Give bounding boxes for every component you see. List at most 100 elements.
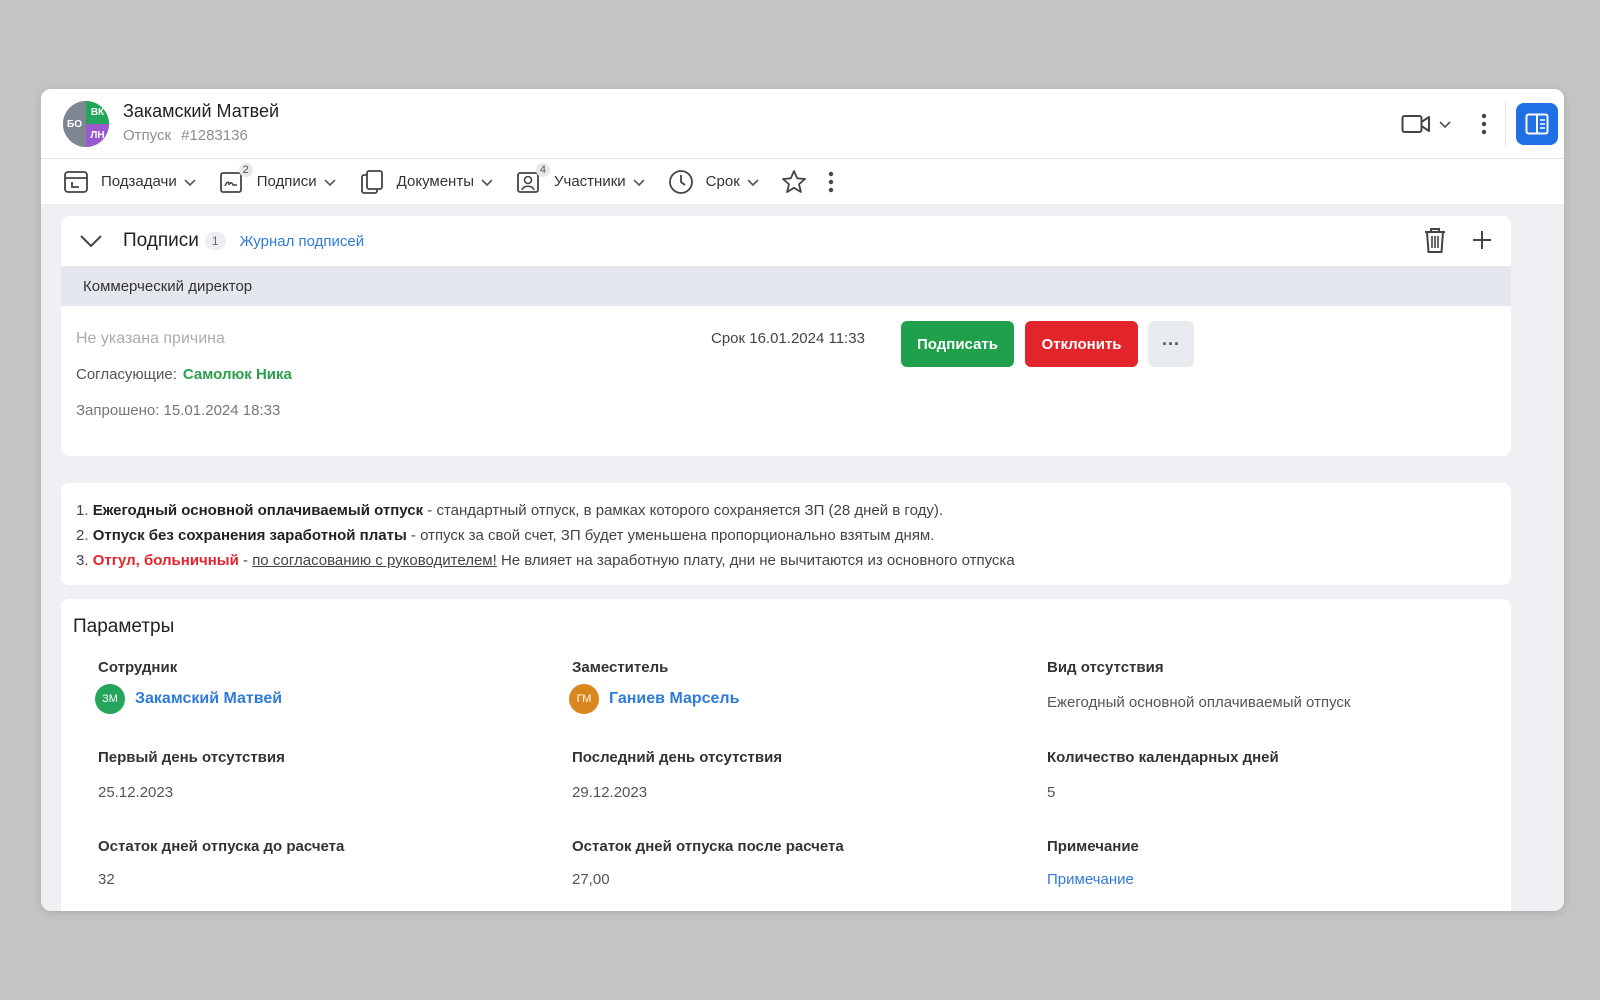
video-camera-icon [1401, 115, 1430, 133]
field-value: Ежегодный основной оплачиваемый отпуск [1047, 694, 1351, 711]
signatures-badge: 2 [238, 162, 253, 177]
field-value: 29.12.2023 [572, 784, 648, 801]
field-label: Сотрудник [98, 659, 178, 676]
add-button[interactable] [1471, 229, 1493, 251]
deputy-field: Заместитель ГМ Ганиев Марсель [569, 659, 992, 714]
toolbar-participants-label: Участники [554, 173, 626, 190]
last-day-field: Последний день отсутствия 29.12.2023 [572, 749, 992, 801]
subtasks-icon [64, 170, 88, 193]
signature-deadline: Срок 16.01.2024 11:33 [711, 330, 865, 347]
more-menu-button[interactable] [1481, 113, 1487, 135]
signatures-count: 1 [204, 232, 226, 250]
participants-badge: 4 [535, 162, 550, 177]
chevron-down-icon [481, 178, 493, 186]
approver-name[interactable]: Самолюк Ника [183, 366, 292, 383]
toolbar-deadline-label: Срок [705, 173, 740, 190]
signatures-title: Подписи [123, 230, 199, 251]
signer-role: Коммерческий директор [61, 266, 1511, 306]
task-subtitle: Отпуск #1283136 [123, 127, 258, 144]
field-label: Последний день отсутствия [572, 749, 783, 766]
toolbar-participants[interactable]: 4 Участники [514, 162, 646, 197]
toolbar-more-button[interactable] [828, 171, 834, 193]
more-vertical-icon [1481, 113, 1487, 135]
field-value: 27,00 [572, 871, 610, 888]
info-text: - отпуск за свой счет, ЗП будет уменьшен… [406, 527, 935, 544]
info-number: 3. [76, 552, 89, 569]
plus-icon [1473, 231, 1491, 249]
toolbar-documents[interactable]: Документы [357, 167, 494, 197]
participants-avatar[interactable]: БО ВК ЛН [63, 101, 109, 147]
documents-icon [360, 169, 383, 194]
task-title: Закамский Матвей [123, 101, 280, 121]
signatures-header: Подписи 1 Журнал подписей [61, 216, 1511, 266]
reject-button[interactable]: Отклонить [1025, 321, 1138, 367]
chevron-down-icon [324, 178, 336, 186]
task-type: Отпуск [123, 127, 172, 144]
chevron-down-icon [747, 178, 759, 186]
sign-button[interactable]: Подписать [901, 321, 1014, 367]
task-id: #1283136 [181, 127, 248, 144]
employee-person[interactable]: ЗМ Закамский Матвей [95, 684, 518, 714]
note-link[interactable]: Примечание [1047, 871, 1467, 888]
balance-before-field: Остаток дней отпуска до расчета 32 [98, 838, 518, 888]
approvers: Согласующие: Самолюк Ника [76, 366, 292, 383]
more-vertical-icon [828, 171, 833, 192]
info-text: - [238, 552, 253, 569]
info-bold-text: Ежегодный основной оплачиваемый отпуск [92, 502, 424, 519]
toolbar-signatures[interactable]: 2 Подписи [217, 162, 337, 197]
info-text: - стандартный отпуск, в рамках которого … [423, 502, 944, 519]
signature-request: Не указана причина Согласующие: Самолюк Н… [61, 306, 1511, 456]
collapse-button[interactable] [79, 233, 103, 249]
avatar: ЗМ [95, 684, 125, 714]
task-window: БО ВК ЛН Закамский Матвей Отпуск #1283136 [41, 89, 1564, 911]
favorite-button[interactable] [780, 168, 808, 196]
divider [1505, 102, 1506, 146]
info-underlined-text: по согласованию с руководителем! [252, 552, 497, 569]
field-label: Первый день отсутствия [98, 749, 285, 766]
field-label: Количество календарных дней [1047, 749, 1279, 766]
signatures-section: Подписи 1 Журнал подписей Коммерческий д… [61, 216, 1511, 456]
balance-after-field: Остаток дней отпуска после расчета 27,00 [572, 838, 992, 888]
star-icon [781, 169, 806, 193]
signature-reason: Не указана причина [76, 330, 225, 347]
deputy-name[interactable]: Ганиев Марсель [609, 690, 739, 708]
approvers-label: Согласующие: [76, 366, 177, 383]
toolbar-deadline[interactable]: Срок [666, 167, 760, 197]
side-panel-icon [1525, 113, 1549, 135]
info-text: Не влияет на заработную плату, дни не вы… [496, 552, 1015, 569]
trash-icon [1425, 228, 1445, 253]
info-line-1: 1. Ежегодный основной оплачиваемый отпус… [76, 498, 1496, 523]
requested-date: Запрошено: 15.01.2024 18:33 [76, 402, 281, 419]
employee-name[interactable]: Закамский Матвей [135, 690, 282, 708]
avatar-part: ВК [86, 101, 109, 124]
toolbar-subtasks-label: Подзадачи [101, 173, 177, 190]
days-count-field: Количество календарных дней 5 [1047, 749, 1467, 801]
task-header: БО ВК ЛН Закамский Матвей Отпуск #1283136 [41, 89, 1564, 159]
parameters-section: Параметры Сотрудник ЗМ Закамский Матвей … [61, 599, 1511, 911]
clock-icon [668, 169, 693, 194]
field-value: 25.12.2023 [98, 784, 174, 801]
side-panel-toggle-button[interactable] [1516, 103, 1558, 145]
avatar-part: БО [63, 101, 86, 147]
signature-more-button[interactable]: ··· [1148, 321, 1194, 367]
info-number: 2. [76, 527, 89, 544]
toolbar-signatures-label: Подписи [256, 173, 317, 190]
avatar: ГМ [569, 684, 599, 714]
delete-button[interactable] [1423, 226, 1447, 254]
first-day-field: Первый день отсутствия 25.12.2023 [98, 749, 518, 801]
video-call-button[interactable] [1401, 113, 1453, 135]
signature-journal-link[interactable]: Журнал подписей [240, 233, 365, 250]
note-field: Примечание Примечание [1047, 838, 1467, 888]
avatar-part: ЛН [86, 124, 109, 147]
info-bold-text: Отпуск без сохранения заработной платы [92, 527, 407, 544]
field-label: Вид отсутствия [1047, 659, 1164, 676]
chevron-down-icon [184, 178, 196, 186]
deputy-person[interactable]: ГМ Ганиев Марсель [569, 684, 992, 714]
toolbar-subtasks[interactable]: Подзадачи [61, 167, 197, 197]
info-line-3: 3. Отгул, больничный - по согласованию с… [76, 548, 1496, 573]
vacation-types-info: 1. Ежегодный основной оплачиваемый отпус… [61, 483, 1511, 585]
employee-field: Сотрудник ЗМ Закамский Матвей [95, 659, 518, 714]
info-number: 1. [76, 502, 89, 519]
field-label: Заместитель [572, 659, 669, 676]
field-label: Примечание [1047, 838, 1139, 855]
